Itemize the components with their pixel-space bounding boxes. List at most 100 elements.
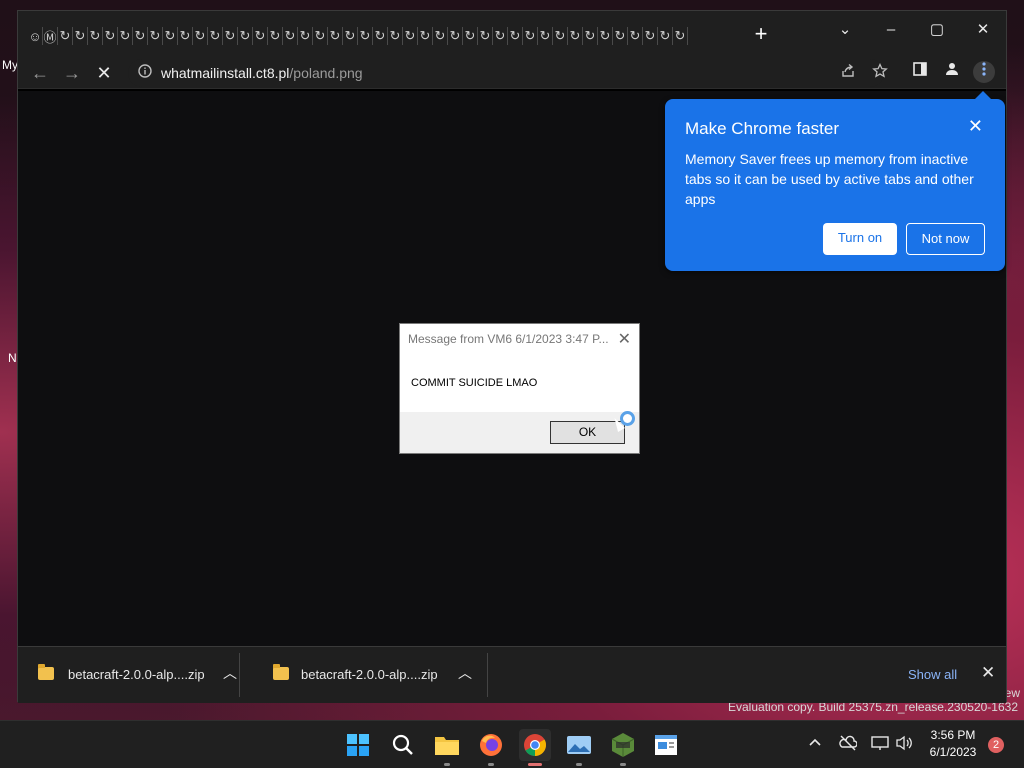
turn-on-button[interactable]: Turn on [823, 223, 897, 255]
notification-badge[interactable]: 2 [988, 737, 1004, 753]
browser-tab[interactable]: ↻ [298, 27, 313, 45]
browser-tab[interactable]: ↻ [448, 27, 463, 45]
spinner-favicon-icon: ↻ [239, 28, 251, 43]
url-text[interactable]: whatmailinstall.ct8.pl/poland.png [161, 65, 363, 81]
browser-tab[interactable]: ↻ [223, 27, 238, 45]
forward-button[interactable]: → [59, 60, 85, 86]
browser-tab[interactable]: ↻ [163, 27, 178, 45]
stop-loading-button[interactable]: ✕ [91, 60, 117, 86]
system-clock[interactable]: 3:56 PM 6/1/2023 [918, 727, 988, 761]
chevron-up-icon[interactable]: ︿ [458, 663, 472, 683]
browser-tab[interactable]: ↻ [373, 27, 388, 45]
close-window-button[interactable]: ✕ [968, 17, 998, 43]
menu-icon[interactable] [973, 61, 995, 83]
address-bar[interactable]: whatmailinstall.ct8.pl/poland.png [128, 59, 888, 87]
browser-tab[interactable]: ↻ [58, 27, 73, 45]
browser-tab[interactable]: ☺ [28, 27, 43, 45]
browser-tab[interactable]: ↻ [88, 27, 103, 45]
chevron-up-icon[interactable]: ︿ [223, 663, 237, 683]
volume-icon[interactable] [895, 735, 913, 755]
maximize-button[interactable]: ▢ [922, 17, 952, 43]
browser-tab[interactable]: ↻ [178, 27, 193, 45]
browser-tab[interactable]: ↻ [523, 27, 538, 45]
browser-toolbar: ← → ✕ whatmailinstall.ct8.pl/poland.png [18, 56, 1006, 89]
notepad-icon[interactable] [650, 729, 682, 761]
file-explorer-icon[interactable] [431, 729, 463, 766]
taskbar: 3:56 PM 6/1/2023 2 [0, 720, 1024, 768]
spinner-favicon-icon: ↻ [329, 28, 341, 43]
back-button[interactable]: ← [27, 60, 53, 86]
spinner-favicon-icon: ↻ [299, 28, 311, 43]
memory-saver-bubble: Make Chrome faster ✕ Memory Saver frees … [665, 91, 1005, 271]
browser-tab[interactable]: ↻ [463, 27, 478, 45]
browser-tab[interactable]: ↻ [628, 27, 643, 45]
spinner-favicon-icon: ↻ [614, 28, 626, 43]
search-icon[interactable] [387, 729, 419, 761]
browser-tab[interactable]: ↻ [268, 27, 283, 45]
browser-tab[interactable]: ↻ [418, 27, 433, 45]
spinner-favicon-icon: ↻ [449, 28, 461, 43]
download-item[interactable]: betacraft-2.0.0-alp....zip ︿ [256, 653, 488, 697]
not-now-button[interactable]: Not now [906, 223, 985, 255]
profile-icon[interactable] [941, 61, 963, 83]
spinner-favicon-icon: ↻ [659, 28, 671, 43]
browser-tab[interactable]: ↻ [433, 27, 448, 45]
desktop-icon-label[interactable]: N [8, 351, 17, 365]
close-downloads-icon[interactable]: ✕ [981, 663, 995, 683]
browser-tab[interactable]: ↻ [193, 27, 208, 45]
browser-tab[interactable]: ↻ [493, 27, 508, 45]
browser-tab[interactable]: ↻ [598, 27, 613, 45]
running-indicator [576, 763, 582, 766]
browser-tab[interactable]: ↻ [208, 27, 223, 45]
display-icon[interactable] [871, 735, 889, 755]
browser-tab[interactable]: ↻ [358, 27, 373, 45]
show-all-link[interactable]: Show all [908, 667, 957, 682]
spinner-favicon-icon: Ⓜ [43, 29, 57, 45]
browser-tab[interactable]: ↻ [613, 27, 628, 45]
share-icon[interactable] [837, 63, 859, 85]
betacraft-icon[interactable] [607, 729, 639, 766]
photos-icon[interactable] [563, 729, 595, 766]
browser-tab[interactable]: ↻ [313, 27, 328, 45]
browser-tab[interactable]: ↻ [328, 27, 343, 45]
star-icon[interactable] [869, 62, 891, 85]
browser-tab[interactable]: ↻ [73, 27, 88, 45]
browser-tab[interactable]: ↻ [103, 27, 118, 45]
browser-tab[interactable]: ↻ [508, 27, 523, 45]
browser-tab[interactable]: ↻ [283, 27, 298, 45]
browser-tab[interactable]: ↻ [583, 27, 598, 45]
close-icon[interactable]: ✕ [618, 329, 631, 349]
minimize-button[interactable]: – [876, 17, 906, 43]
tab-search-dropdown-icon[interactable]: ⌄ [830, 17, 860, 43]
start-icon[interactable] [342, 729, 374, 761]
browser-tab[interactable]: ↻ [238, 27, 253, 45]
spinner-favicon-icon: ↻ [314, 28, 326, 43]
browser-tab[interactable]: ↻ [403, 27, 418, 45]
chevron-up-icon[interactable] [808, 735, 822, 753]
browser-tab[interactable]: ↻ [388, 27, 403, 45]
spinner-favicon-icon: ↻ [119, 28, 131, 43]
desktop-icon-label[interactable]: My [2, 58, 18, 72]
browser-tab[interactable]: ↻ [118, 27, 133, 45]
network-off-icon[interactable] [839, 735, 858, 755]
browser-tab[interactable]: ↻ [643, 27, 658, 45]
browser-tab[interactable]: ↻ [538, 27, 553, 45]
browser-tab[interactable]: ↻ [148, 27, 163, 45]
browser-tab[interactable]: ↻ [658, 27, 673, 45]
new-tab-button[interactable]: + [750, 23, 772, 46]
download-item[interactable]: betacraft-2.0.0-alp....zip ︿ [18, 653, 240, 697]
close-icon[interactable]: ✕ [968, 117, 983, 135]
browser-tab[interactable]: ↻ [553, 27, 568, 45]
browser-tab[interactable]: ↻ [568, 27, 583, 45]
spinner-favicon-icon: ↻ [89, 28, 101, 43]
browser-tab[interactable]: ↻ [478, 27, 493, 45]
info-icon[interactable] [134, 63, 156, 85]
side-panel-icon[interactable] [909, 61, 931, 83]
browser-tab[interactable]: ↻ [133, 27, 148, 45]
browser-tab[interactable]: ↻ [673, 27, 688, 45]
browser-tab[interactable]: ↻ [253, 27, 268, 45]
chrome-icon[interactable] [519, 729, 551, 766]
firefox-icon[interactable] [475, 729, 507, 766]
browser-tab[interactable]: Ⓜ [43, 27, 58, 45]
browser-tab[interactable]: ↻ [343, 27, 358, 45]
